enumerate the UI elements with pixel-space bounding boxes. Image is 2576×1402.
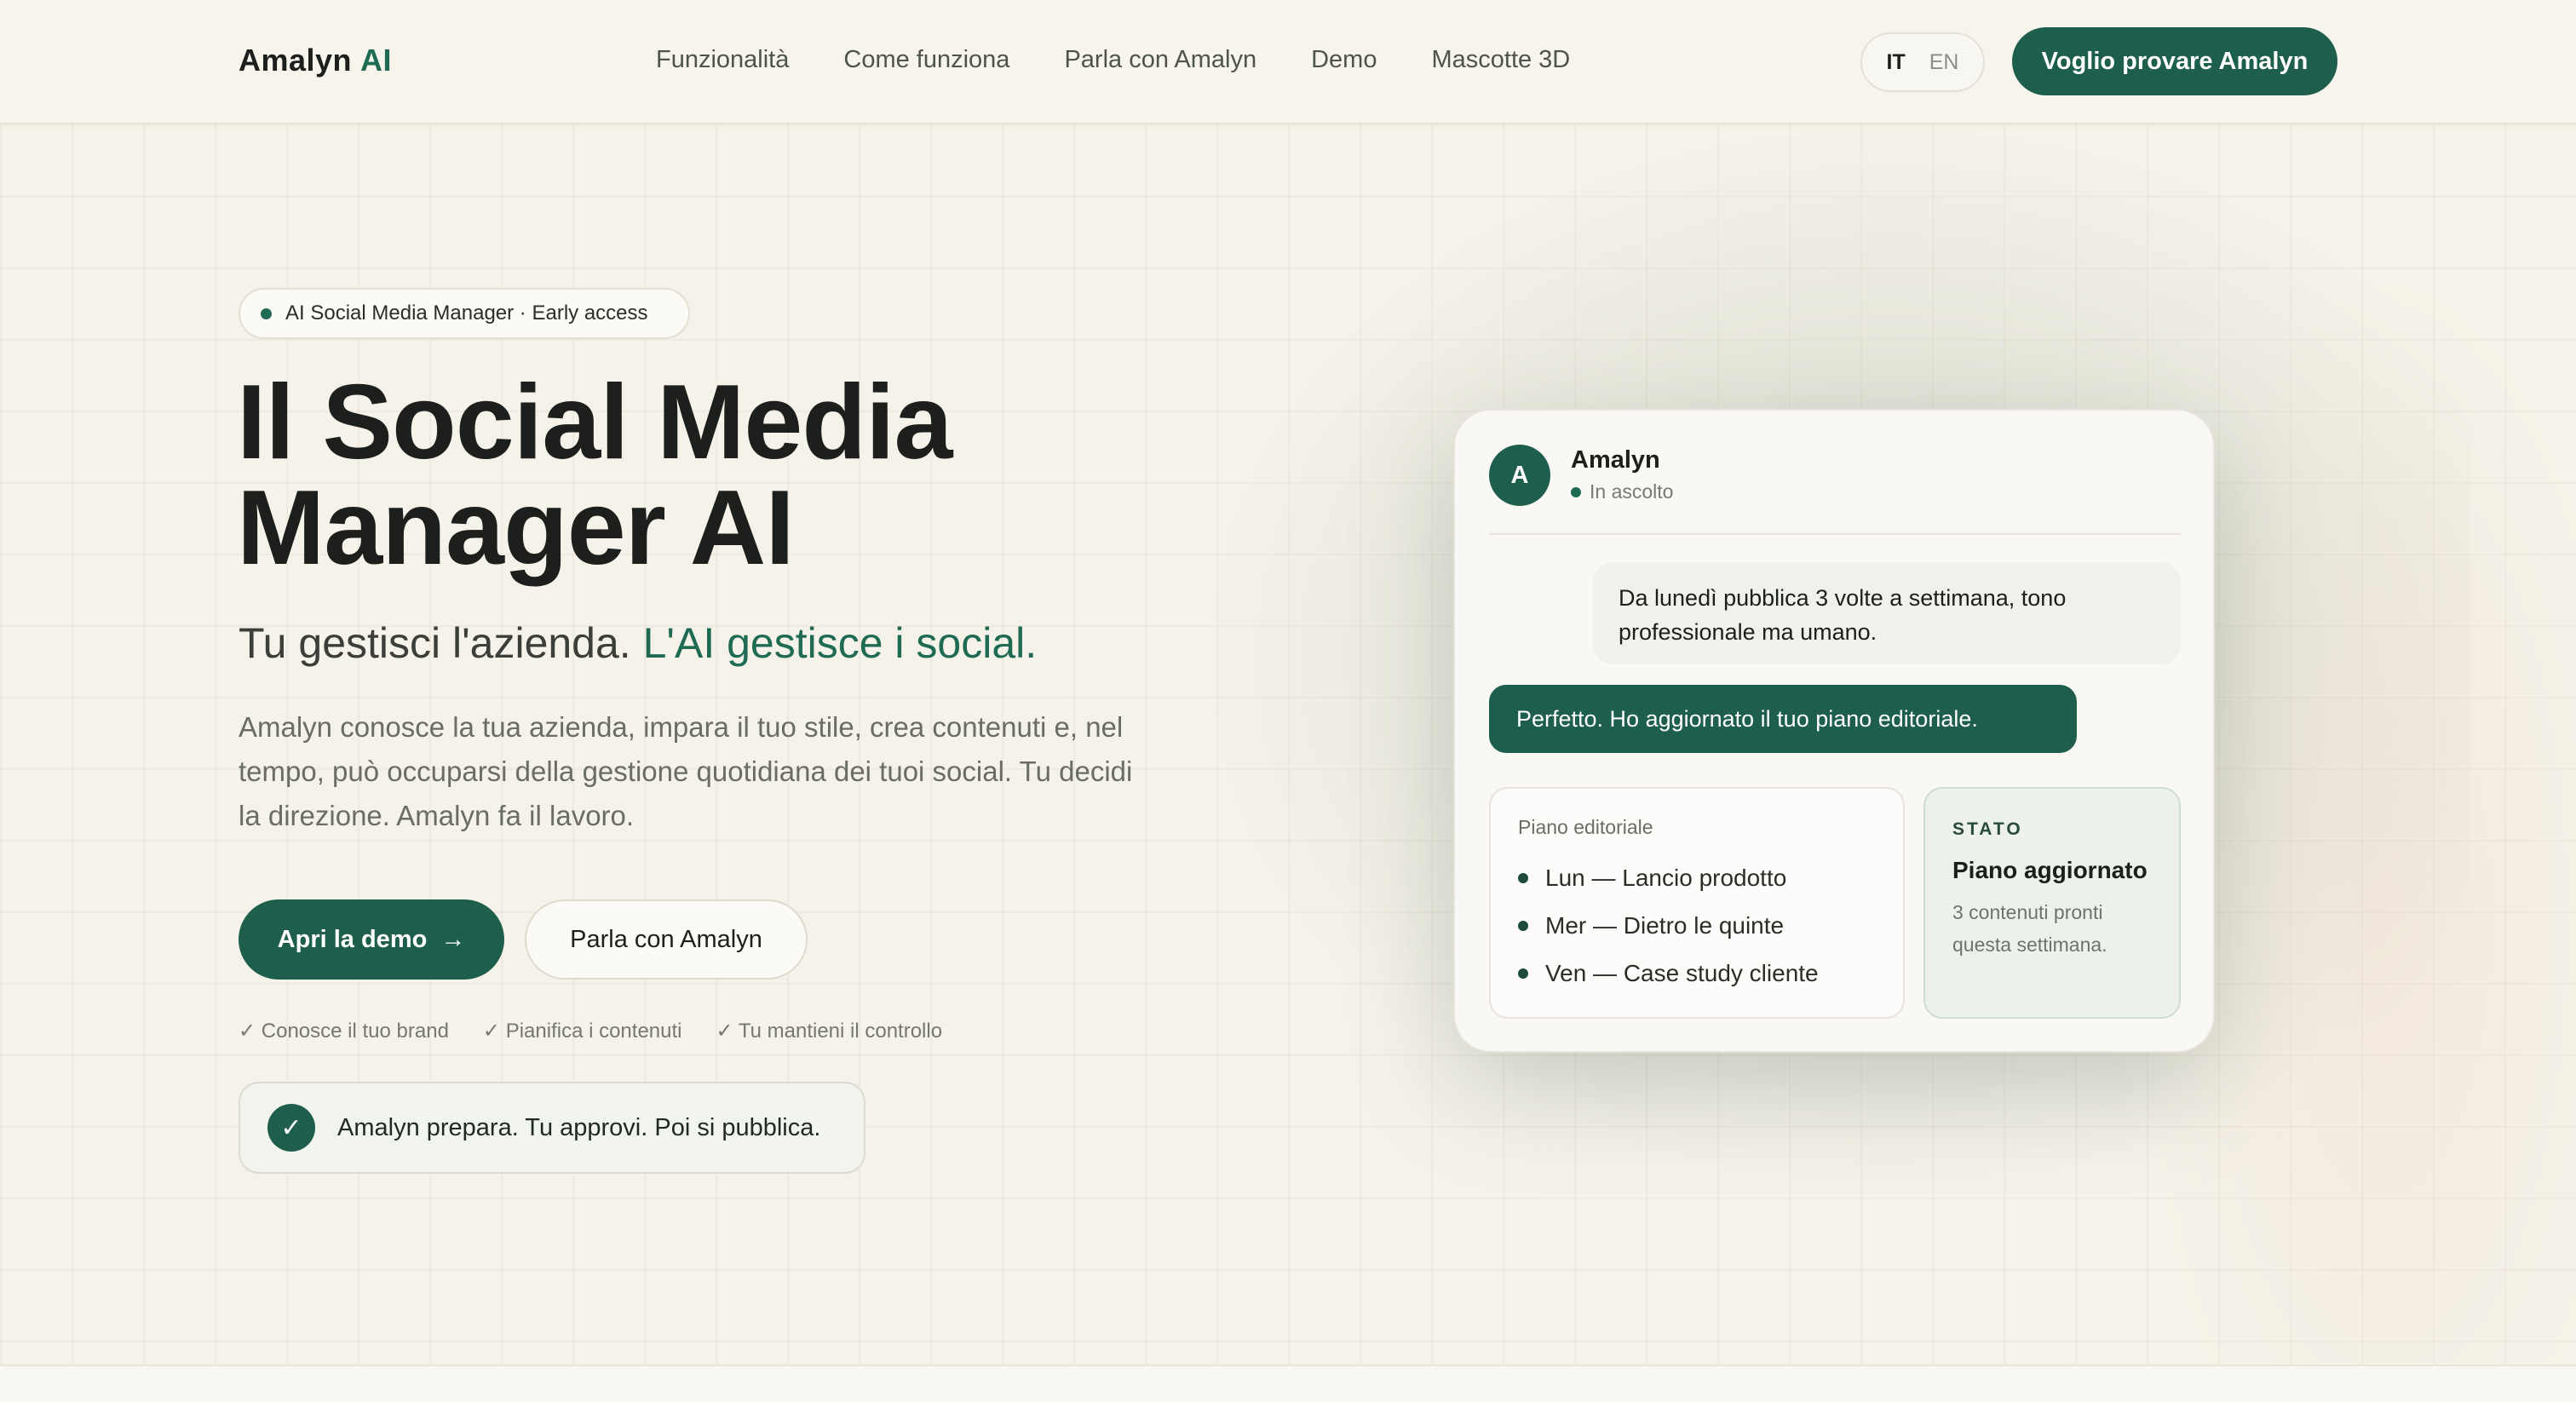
bullet-icon	[1518, 921, 1528, 931]
check-brand: ✓ Conosce il tuo brand	[239, 1020, 449, 1043]
status-card-title: Piano aggiornato	[1952, 857, 2148, 883]
plan-item-label: Mer — Dietro le quinte	[1545, 912, 1785, 939]
main-nav: Funzionalità Come funziona Parla con Ama…	[656, 46, 1570, 74]
hero-subtitle: Tu gestisci l'azienda. L'AI gestisce i s…	[239, 618, 1037, 668]
user-message: Da lunedì pubblica 3 volte a settimana, …	[1593, 562, 2181, 664]
status-card: STATO Piano aggiornato 3 contenuti pront…	[1923, 787, 2181, 1019]
logo[interactable]: Amalyn AI	[239, 43, 392, 78]
arrow-right-icon: →	[440, 925, 466, 953]
nav-link-parla-con-amalyn[interactable]: Parla con Amalyn	[1064, 46, 1256, 74]
bullet-icon	[1518, 968, 1528, 979]
nav-link-mascotte-3d[interactable]: Mascotte 3D	[1431, 46, 1570, 74]
chat-card: A Amalyn In ascolto Da lunedì pubblica 3…	[1453, 409, 2215, 1053]
status-card-label: STATO	[1952, 819, 2023, 839]
nav-link-come-funziona[interactable]: Come funziona	[843, 46, 1009, 74]
badge-label: AI Social Media Manager · Early access	[285, 302, 648, 325]
workflow-text: Amalyn prepara. Tu approvi. Poi si pubbl…	[337, 1113, 821, 1141]
open-demo-label: Apri la demo	[277, 925, 428, 953]
plan-title: Piano editoriale	[1518, 816, 1653, 838]
nav-link-demo[interactable]: Demo	[1311, 46, 1377, 74]
subtitle-highlight: L'AI gestisce i social.	[642, 619, 1038, 667]
nav-link-funzionalita[interactable]: Funzionalità	[656, 46, 789, 74]
hero-description: Amalyn conosce la tua azienda, impara il…	[239, 711, 1133, 831]
language-switcher: IT EN	[1860, 32, 1985, 92]
list-item: Mer — Dietro le quinte	[1518, 902, 1876, 950]
status-label: In ascolto	[1590, 480, 1674, 503]
logo-name: Amalyn	[239, 43, 353, 78]
status-dot-icon	[1571, 486, 1581, 497]
check-icon: ✓	[267, 1104, 315, 1152]
try-amalyn-button[interactable]: Voglio provare Amalyn	[2012, 27, 2337, 95]
lang-it[interactable]: IT	[1887, 50, 1906, 75]
subtitle-plain: Tu gestisci l'azienda.	[239, 619, 631, 667]
workflow-callout: ✓ Amalyn prepara. Tu approvi. Poi si pub…	[239, 1082, 865, 1174]
hero-title-line1: Il Social Media	[237, 364, 952, 481]
logo-ai: AI	[360, 43, 393, 78]
hero-title-line2: Manager AI	[237, 469, 795, 587]
lang-en[interactable]: EN	[1929, 50, 1959, 75]
check-control: ✓ Tu mantieni il controllo	[716, 1020, 943, 1043]
avatar: A	[1489, 445, 1550, 506]
chat-bot-name: Amalyn	[1571, 446, 1660, 474]
status-card-description: 3 contenuti pronti questa settimana.	[1952, 901, 2107, 956]
talk-to-amalyn-button[interactable]: Parla con Amalyn	[525, 899, 808, 980]
list-item: Lun — Lancio prodotto	[1518, 854, 1876, 902]
top-navbar: Amalyn AI Funzionalità Come funziona Parl…	[0, 0, 2576, 124]
chat-status: In ascolto	[1571, 480, 1673, 503]
plan-list: Lun — Lancio prodotto Mer — Dietro le qu…	[1518, 854, 1876, 997]
early-access-badge: AI Social Media Manager · Early access	[239, 288, 690, 339]
bot-message: Perfetto. Ho aggiornato il tuo piano edi…	[1489, 685, 2077, 753]
list-item: Ven — Case study cliente	[1518, 950, 1876, 997]
check-planning: ✓ Pianifica i contenuti	[482, 1020, 682, 1043]
hero-title: Il Social Media Manager AI	[237, 370, 1259, 581]
feature-checks: ✓ Conosce il tuo brand ✓ Pianifica i con…	[239, 1019, 942, 1043]
badge-dot-icon	[261, 307, 272, 319]
open-demo-button[interactable]: Apri la demo →	[239, 899, 504, 980]
bullet-icon	[1518, 873, 1528, 883]
plan-item-label: Lun — Lancio prodotto	[1545, 865, 1787, 891]
chat-divider	[1489, 533, 2181, 535]
editorial-plan-card: Piano editoriale Lun — Lancio prodotto M…	[1489, 787, 1905, 1019]
next-section-edge	[0, 1365, 2576, 1402]
plan-item-label: Ven — Case study cliente	[1545, 960, 1819, 986]
